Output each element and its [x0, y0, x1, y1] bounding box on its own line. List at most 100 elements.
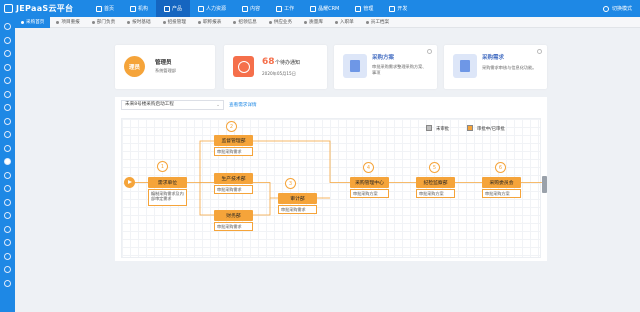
tab-label: 招领信息	[238, 20, 257, 25]
tab-dot-icon	[197, 20, 201, 24]
node-production[interactable]: 生产技术部	[214, 173, 253, 184]
top-bar: JEPaaS云平台 首页 机构 产品 人力资源 内容 工作 晶耀CRM 管理 开发 切换模式	[0, 0, 640, 17]
tab-5[interactable]: 职称报表	[192, 17, 227, 28]
demand-title: 采购需求	[482, 55, 505, 61]
check-icon[interactable]	[537, 49, 542, 54]
project-select-value: 未来8号楼采购启动工程	[125, 102, 174, 107]
step-4: 4	[363, 162, 374, 173]
demand-card[interactable]: 采购需求 采购需求审核与信息化功能。	[444, 45, 547, 89]
nav-item-6[interactable]: 晶耀CRM	[302, 0, 347, 17]
nav-item-label: 产品	[172, 6, 183, 12]
step-3: 3	[285, 178, 296, 189]
node-demand-unit[interactable]: 需求单位	[148, 177, 187, 188]
admin-icon	[355, 5, 362, 12]
node-committee[interactable]: 采购委员会	[482, 177, 521, 188]
view-details-link[interactable]: 查看需求详情	[229, 102, 257, 108]
nav-item-label: 管理	[363, 6, 374, 12]
tab-dot-icon	[233, 20, 237, 24]
nav-item-4[interactable]: 内容	[234, 0, 268, 17]
project-select[interactable]: 未来8号楼采购启动工程 ⌄	[121, 100, 224, 110]
tab-2[interactable]: 部门负责	[86, 17, 121, 28]
legend-swatch-pending	[426, 125, 432, 131]
nav-item-label: 机构	[138, 6, 149, 12]
sidebar-item-icon[interactable]	[4, 239, 11, 246]
nav-item-label: 人力资源	[206, 6, 227, 12]
sidebar-item-icon[interactable]	[4, 279, 11, 287]
tab-0[interactable]: 采购首页	[15, 16, 51, 28]
tab-8[interactable]: 质量库	[298, 17, 329, 28]
document-icon	[343, 54, 367, 78]
sidebar-item-icon[interactable]	[4, 50, 11, 57]
sidebar-item-icon[interactable]	[4, 266, 11, 273]
user-card[interactable]: 理员 管理员 系统管理部	[115, 45, 215, 89]
start-icon[interactable]	[124, 177, 135, 188]
node-discipline[interactable]: 纪检监察部	[416, 177, 455, 188]
node-discipline-desc: 审批采购方案	[416, 189, 455, 198]
dev-icon	[389, 5, 396, 12]
tab-7[interactable]: 供应业务	[263, 17, 298, 28]
nav-item-label: 晶耀CRM	[318, 6, 340, 12]
tab-6[interactable]: 招领信息	[227, 17, 262, 28]
avatar: 理员	[124, 56, 145, 77]
chevron-down-icon: ⌄	[216, 103, 220, 108]
people-icon	[198, 5, 205, 12]
check-icon[interactable]	[427, 49, 432, 54]
nav-item-1[interactable]: 机构	[122, 0, 156, 17]
sidebar-item-icon[interactable]	[4, 212, 11, 219]
todo-card[interactable]: 68 个待办通知 2020年05月15日	[224, 45, 327, 89]
nav-item-8[interactable]: 开发	[381, 0, 415, 17]
tab-9[interactable]: 入职单	[329, 17, 360, 28]
sidebar-item-icon[interactable]	[4, 252, 11, 260]
node-supervision[interactable]: 监督管理部	[214, 135, 253, 146]
node-audit[interactable]: 审计部	[278, 193, 317, 204]
sidebar-item-icon[interactable]	[4, 144, 11, 152]
node-production-desc: 审批采购需求	[214, 185, 253, 194]
node-finance[interactable]: 财务部	[214, 210, 253, 221]
nav-item-label: 首页	[104, 6, 115, 12]
content-icon	[242, 5, 249, 12]
node-procurement-center[interactable]: 采购管理中心	[350, 177, 389, 188]
nav-item-0[interactable]: 首页	[88, 0, 122, 17]
nav-item-2[interactable]: 产品	[156, 0, 191, 17]
alarm-icon	[233, 56, 254, 77]
node-procurement-center-desc: 审批采购方案	[350, 189, 389, 198]
tab-label: 入职单	[339, 20, 354, 25]
sidebar-item-icon[interactable]	[4, 117, 11, 125]
sidebar-item-icon[interactable]	[4, 158, 11, 165]
plan-title: 采购方案	[372, 55, 395, 61]
sidebar-item-icon[interactable]	[4, 36, 11, 44]
tab-1[interactable]: 项目重报	[50, 17, 85, 28]
tab-10[interactable]: 员工档案	[360, 17, 395, 28]
tab-3[interactable]: 按时基础	[121, 17, 156, 28]
sidebar-item-icon[interactable]	[4, 185, 11, 192]
tab-dot-icon	[91, 20, 95, 24]
todo-count: 68	[262, 57, 275, 67]
switch-icon	[602, 5, 609, 12]
legend-swatch-approved	[467, 125, 473, 131]
scroll-handle[interactable]	[542, 176, 547, 193]
sidebar-item-icon[interactable]	[4, 90, 11, 98]
node-committee-desc: 审批采购方案	[482, 189, 521, 198]
tab-4[interactable]: 招投管理	[157, 17, 192, 28]
step-5: 5	[429, 162, 440, 173]
step-6: 6	[495, 162, 506, 173]
sidebar-item-icon[interactable]	[4, 104, 11, 111]
nav-item-7[interactable]: 管理	[347, 0, 381, 17]
demand-desc: 采购需求审核与信息化功能。	[482, 65, 537, 70]
plan-card[interactable]: 采购方案 审批采购需求整理采购方案、 事项	[334, 45, 437, 89]
sidebar-item-icon[interactable]	[4, 198, 11, 206]
logo-icon	[4, 4, 13, 13]
mode-switch[interactable]: 切换模式	[602, 5, 640, 12]
sidebar-item-icon[interactable]	[4, 23, 11, 30]
sidebar-item-icon[interactable]	[4, 171, 11, 179]
tab-label: 职称报表	[202, 20, 222, 25]
nav-item-3[interactable]: 人力资源	[190, 0, 234, 17]
logo[interactable]: JEPaaS云平台	[0, 0, 88, 17]
sidebar-item-icon[interactable]	[4, 77, 11, 84]
tab-dot-icon	[21, 20, 24, 24]
sidebar-item-icon[interactable]	[4, 131, 11, 138]
crm-icon	[310, 5, 317, 12]
nav-item-5[interactable]: 工作	[268, 0, 302, 17]
sidebar-item-icon[interactable]	[4, 225, 11, 233]
sidebar-item-icon[interactable]	[4, 63, 11, 71]
